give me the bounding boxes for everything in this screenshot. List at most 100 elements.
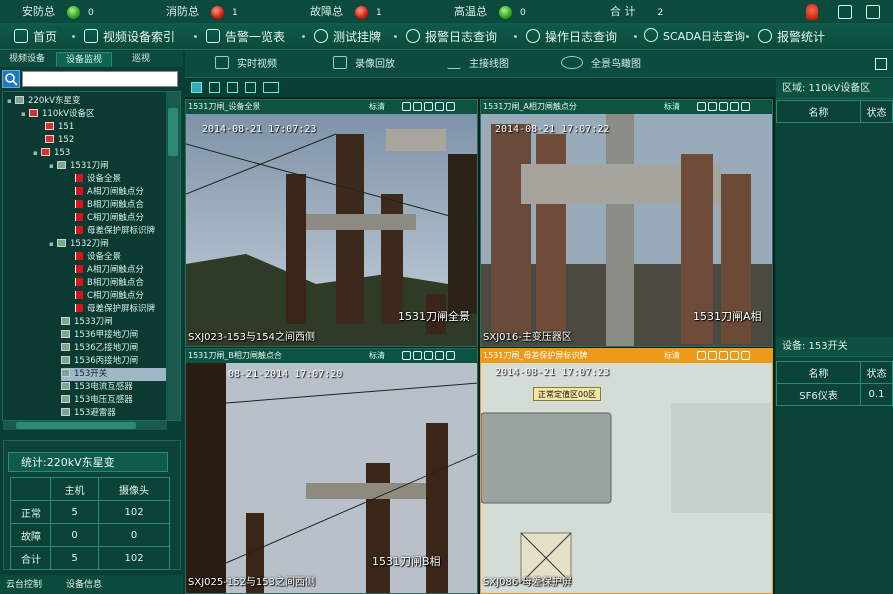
refresh-icon[interactable] bbox=[730, 351, 739, 360]
btn-main-wiring[interactable]: 主接线图 bbox=[447, 56, 509, 72]
osd-location: SXJ016-主变压器区 bbox=[483, 332, 572, 343]
tree-scroll-thumb[interactable] bbox=[168, 108, 178, 156]
camera-tile-3[interactable]: 1531刀闸_B相刀闸触点合 标清 08-21-2014 17:07:20 15… bbox=[185, 348, 478, 594]
tab-device-monitor[interactable]: 设备监视 bbox=[56, 52, 112, 67]
tree-node[interactable]: 1536乙接地刀闸 bbox=[61, 342, 138, 355]
nav-scada-log[interactable]: SCADA日志查询 bbox=[644, 28, 745, 46]
btn-realtime-video[interactable]: 实时视频 bbox=[215, 56, 277, 72]
bell-icon[interactable] bbox=[402, 102, 411, 111]
tree-node[interactable]: 153电压互感器 bbox=[61, 394, 133, 407]
layout-9-icon[interactable] bbox=[227, 82, 238, 93]
left-tabs: 视频设备 设备监视 巡视 bbox=[0, 51, 183, 67]
close-icon[interactable] bbox=[741, 102, 750, 111]
tree-node[interactable]: 153电流互感器 bbox=[61, 381, 133, 394]
camera-tile-1[interactable]: 1531刀闸_设备全景 标清 2014-08-21 17:07:23 1531刀… bbox=[185, 99, 478, 347]
camera-tile-2[interactable]: 1531刀闸_A相刀闸触点分 标清 2014-08-21 17:07:22 15… bbox=[480, 99, 773, 347]
tree-node[interactable]: 153避雷器 bbox=[61, 407, 116, 420]
switch-icon bbox=[61, 330, 70, 338]
layout-1-icon[interactable] bbox=[191, 82, 202, 93]
tree-leaf[interactable]: 母差保护屏标识牌 bbox=[75, 303, 155, 316]
refresh-icon[interactable] bbox=[730, 102, 739, 111]
tree-leaf[interactable]: A相刀闸触点分 bbox=[75, 186, 144, 199]
nav-alarm-stats[interactable]: 报警统计 bbox=[758, 28, 825, 46]
lock-icon[interactable] bbox=[708, 351, 717, 360]
tree-search bbox=[2, 70, 180, 88]
export-icon[interactable] bbox=[875, 58, 887, 70]
tree-leaf[interactable]: B相刀闸触点合 bbox=[75, 277, 144, 290]
tree-node[interactable]: 151 bbox=[45, 121, 74, 134]
camera-quality[interactable]: 标清 bbox=[664, 349, 680, 363]
status-temp: 高温总 0 bbox=[454, 4, 526, 20]
tab-video-devices[interactable]: 视频设备 bbox=[2, 52, 52, 67]
tree-node[interactable]: 1536丙接地刀闸 bbox=[61, 355, 138, 368]
status-label: 消防总 bbox=[166, 5, 199, 18]
refresh-icon[interactable] bbox=[435, 102, 444, 111]
refresh-icon[interactable] bbox=[435, 351, 444, 360]
camera-icon[interactable] bbox=[424, 102, 433, 111]
bay-icon bbox=[45, 135, 54, 143]
nav-alarm-log[interactable]: 报警日志查询 bbox=[406, 28, 497, 46]
tab-device-info[interactable]: 设备信息 bbox=[66, 577, 102, 594]
lock-icon[interactable] bbox=[413, 351, 422, 360]
tree-node[interactable]: 1533刀闸 bbox=[61, 316, 113, 329]
tree-leaf[interactable]: 设备全景 bbox=[75, 173, 121, 186]
camera-quality[interactable]: 标清 bbox=[369, 100, 385, 114]
lock-icon[interactable] bbox=[413, 102, 422, 111]
tab-patrol[interactable]: 巡视 bbox=[116, 52, 166, 67]
osd-location: SXJ023-153与154之间西侧 bbox=[188, 332, 316, 343]
network-icon[interactable] bbox=[838, 5, 852, 19]
search-input[interactable] bbox=[22, 71, 178, 87]
bell-icon[interactable] bbox=[402, 351, 411, 360]
nav-alarm-list[interactable]: 告警一览表 bbox=[206, 28, 285, 46]
tree-node-selected[interactable]: 153开关 bbox=[61, 368, 167, 381]
tree-hscroll-thumb[interactable] bbox=[16, 422, 136, 429]
tree-node[interactable]: ▪ 1532刀闸 bbox=[49, 238, 109, 251]
status-fire: 消防总 1 bbox=[166, 4, 238, 20]
table-header: 名称 bbox=[776, 100, 861, 123]
tree-node[interactable]: ▪ 1531刀闸 bbox=[49, 160, 109, 173]
stats-title: 统计:220kV东星变 bbox=[8, 452, 168, 472]
device-table: 名称 状态 SF6仪表 0.1 bbox=[776, 361, 893, 406]
tree-root[interactable]: ▪ 220kV东星变 bbox=[7, 95, 80, 108]
camera-tile-4[interactable]: 1531刀闸_母差保护屏标识牌 标清 2014-08-21 17:07:23 正… bbox=[480, 348, 773, 594]
camera-icon[interactable] bbox=[424, 351, 433, 360]
table-row[interactable]: SF6仪表 0.1 bbox=[776, 383, 893, 406]
tree-leaf[interactable]: C相刀闸触点分 bbox=[75, 290, 144, 303]
lock-icon[interactable] bbox=[708, 102, 717, 111]
nav-op-log[interactable]: 操作日志查询 bbox=[526, 28, 617, 46]
tree-node[interactable]: 1536甲接地刀闸 bbox=[61, 329, 138, 342]
bell-icon[interactable] bbox=[697, 351, 706, 360]
tree-leaf[interactable]: B相刀闸触点合 bbox=[75, 199, 144, 212]
playback-icon bbox=[333, 56, 347, 69]
stats-header: 摄像头 bbox=[98, 477, 170, 501]
tree-node[interactable]: 152 bbox=[45, 134, 74, 147]
settings-icon[interactable] bbox=[866, 5, 880, 19]
tree-leaf[interactable]: C相刀闸触点分 bbox=[75, 212, 144, 225]
alarm-siren-icon[interactable] bbox=[806, 4, 818, 20]
nav-test-link[interactable]: 测试挂牌 bbox=[314, 28, 381, 46]
tree-leaf[interactable]: A相刀闸触点分 bbox=[75, 264, 144, 277]
tree-node[interactable]: ▪ 153 bbox=[33, 147, 70, 160]
camera-icon[interactable] bbox=[719, 351, 728, 360]
camera-quality[interactable]: 标清 bbox=[664, 100, 680, 114]
close-icon[interactable] bbox=[446, 102, 455, 111]
fullscreen-icon[interactable] bbox=[263, 82, 279, 93]
btn-panorama[interactable]: 全景鸟瞰图 bbox=[561, 56, 641, 72]
nav-home[interactable]: 首页 bbox=[14, 28, 57, 46]
camera-quality[interactable]: 标清 bbox=[369, 349, 385, 363]
tree-area[interactable]: ▪ 110kV设备区 bbox=[21, 108, 94, 121]
search-button[interactable] bbox=[2, 70, 20, 88]
tree-leaf[interactable]: 母差保护屏标识牌 bbox=[75, 225, 155, 238]
flag-icon bbox=[75, 265, 83, 273]
layout-16-icon[interactable] bbox=[245, 82, 256, 93]
nav-video-index[interactable]: 视频设备索引 bbox=[84, 28, 175, 46]
camera-icon[interactable] bbox=[719, 102, 728, 111]
btn-playback[interactable]: 录像回放 bbox=[333, 56, 395, 72]
tab-ptz-control[interactable]: 云台控制 bbox=[6, 577, 42, 594]
bell-icon[interactable] bbox=[697, 102, 706, 111]
close-icon[interactable] bbox=[741, 351, 750, 360]
tree-leaf[interactable]: 设备全景 bbox=[75, 251, 121, 264]
layout-4-icon[interactable] bbox=[209, 82, 220, 93]
close-icon[interactable] bbox=[446, 351, 455, 360]
video-feed[interactable] bbox=[481, 363, 772, 593]
